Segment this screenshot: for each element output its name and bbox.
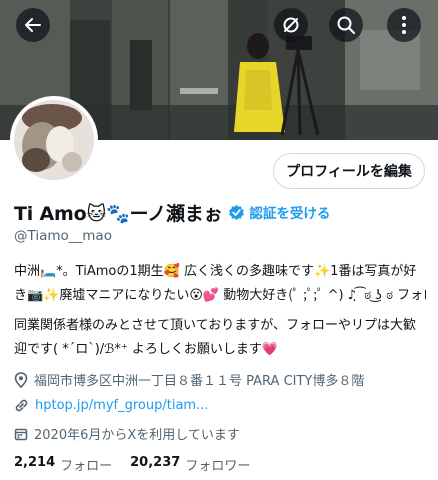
link-icon	[15, 399, 28, 412]
website-link[interactable]: hptop.jp/myf_group/tiam...	[35, 398, 208, 413]
profile-joined-date: 2020年6月からXを利用しています	[14, 424, 426, 443]
profile-handle: @Tiamo__mao	[14, 228, 112, 244]
followers-count: 20,237	[130, 455, 181, 470]
location-text: 福岡市博多区中洲一丁目８番１１号 PARA CITY博多８階	[34, 374, 365, 389]
more-options-button[interactable]	[387, 8, 421, 42]
bio-line: 中洲🛏️*。TiAmoの1期生🥰 広く浅くの多趣味です✨1番は写真が好	[14, 264, 417, 279]
following-label: フォロー	[60, 459, 113, 474]
eye-off-icon	[281, 15, 301, 35]
edit-profile-button[interactable]: プロフィールを編集	[273, 153, 425, 189]
profile-name-row: Ti Amo🐱🐾ーノ瀬まぉ 認証を受ける	[14, 199, 330, 225]
profile-bio: 中洲🛏️*。TiAmoの1期生🥰 広く浅くの多趣味です✨1番は写真が好 き📷✨廃…	[14, 260, 426, 362]
avatar-photo	[14, 100, 94, 180]
followers-label: フォロワー	[185, 459, 251, 474]
profile-website: hptop.jp/myf_group/tiam...	[14, 398, 426, 413]
following-count: 2,214	[14, 455, 56, 470]
bio-line: 迎です( *´ロ`)/ℬ*⁺ よろしくお願いします💗	[14, 342, 279, 357]
back-arrow-icon	[24, 16, 42, 34]
get-verified-link[interactable]: 認証を受ける	[249, 202, 330, 222]
profile-location: 福岡市博多区中洲一丁目８番１１号 PARA CITY博多８階	[14, 370, 426, 389]
more-vertical-icon	[401, 15, 407, 35]
joined-text: 2020年6月からXを利用しています	[34, 428, 240, 443]
followers-link[interactable]: 20,237 フォロワー	[130, 455, 250, 474]
search-button[interactable]	[329, 8, 363, 42]
follow-stats: 2,214 フォロー 20,237 フォロワー	[14, 455, 268, 474]
following-link[interactable]: 2,214 フォロー	[14, 455, 112, 474]
back-button[interactable]	[16, 8, 50, 42]
calendar-icon	[14, 428, 28, 440]
bio-line: き📷✨廃墟マニアになりたい😮💕 動物大好き(ﾟ ;ﾟ;ﾟ ^) ♪ฺ ͡ ಠ ͜…	[14, 288, 426, 303]
bio-line: 同業関係者様のみとさせて頂いておりますが、フォローやリプは大歓	[14, 318, 416, 333]
display-name: Ti Amo🐱🐾ーノ瀬まぉ	[14, 202, 223, 225]
hide-button[interactable]	[274, 8, 308, 42]
verified-badge-icon[interactable]	[228, 204, 245, 221]
profile-avatar[interactable]	[10, 96, 98, 184]
location-pin-icon	[14, 371, 28, 388]
search-icon	[336, 15, 356, 35]
